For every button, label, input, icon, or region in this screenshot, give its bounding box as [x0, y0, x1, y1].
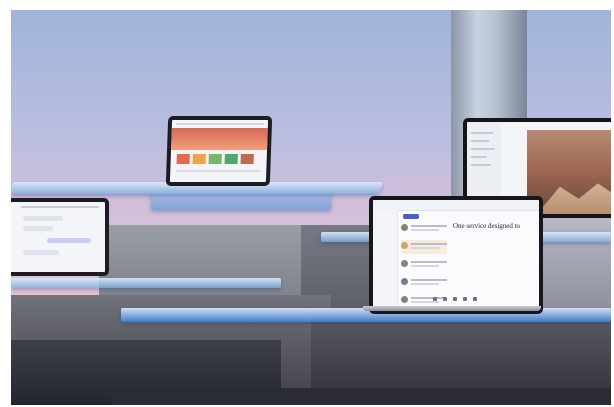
photo-frame: One service designed to: [0, 0, 614, 407]
emoji-icon: [473, 297, 477, 301]
chat-bubble: [47, 238, 91, 243]
chat-bubble: [23, 226, 53, 231]
app-tile: [192, 154, 206, 164]
link-icon: [463, 297, 467, 301]
laptop-screen: [11, 198, 109, 276]
divider: [176, 170, 261, 172]
laptop-screen: [165, 116, 273, 186]
laptop-screen: One service designed to: [369, 196, 543, 314]
app-tile: [240, 154, 254, 164]
document-pane: One service designed to: [453, 222, 535, 306]
concrete-step: [111, 388, 611, 405]
app-tile: [224, 154, 238, 164]
italic-icon: [443, 297, 447, 301]
activity-feed: [401, 222, 447, 306]
product-photo: One service designed to: [11, 10, 611, 405]
chat-bubble: [23, 216, 63, 221]
format-toolbar: [433, 297, 533, 302]
chat-bubble: [23, 250, 59, 255]
new-button: [403, 214, 419, 219]
app-rail: [373, 210, 398, 310]
app-tile: [176, 154, 190, 164]
underline-icon: [453, 297, 457, 301]
laptop-base: [363, 306, 541, 311]
bold-icon: [433, 297, 437, 301]
app-tile: [208, 154, 222, 164]
glass-plate-left: [11, 278, 281, 288]
document-heading: One service designed to: [453, 222, 521, 230]
hero-image: [171, 128, 268, 150]
